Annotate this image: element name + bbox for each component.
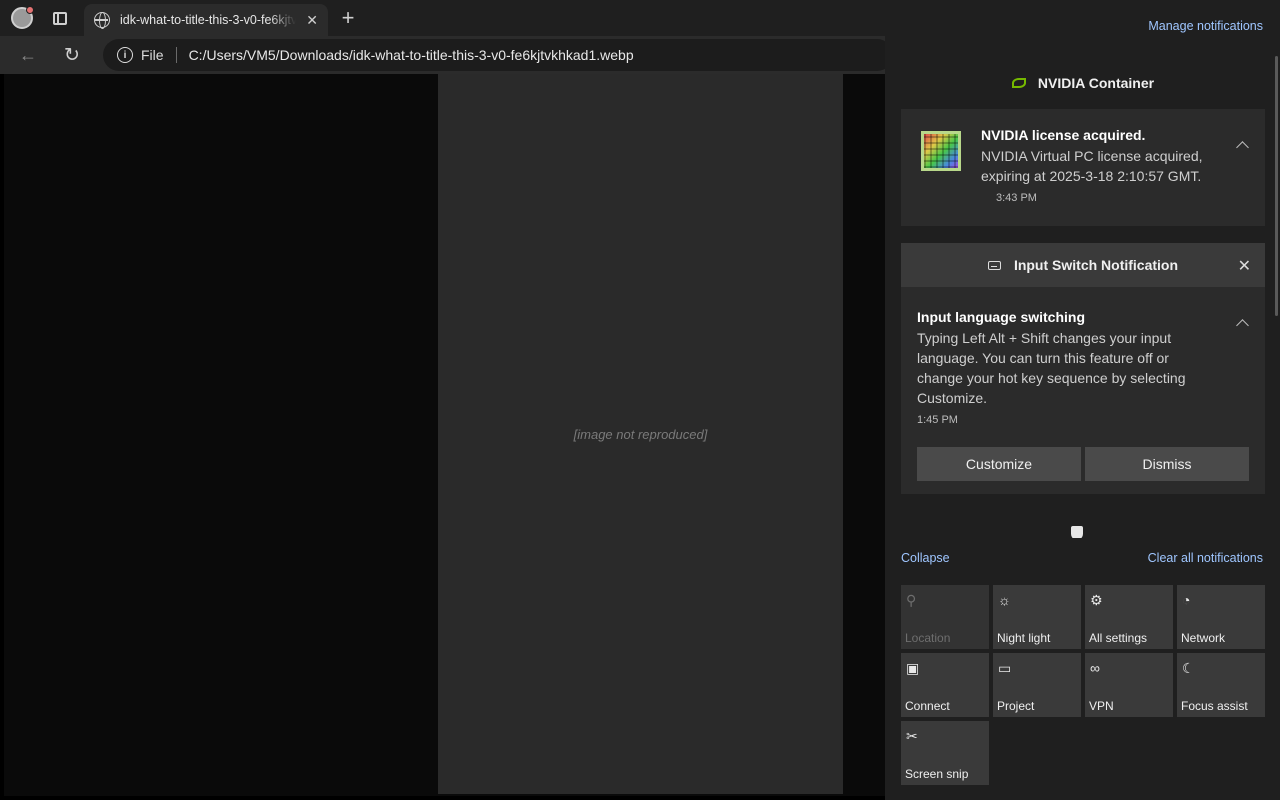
manage-notifications-link[interactable]: Manage notifications	[1148, 19, 1263, 33]
quick-action-label: VPN	[1089, 699, 1114, 713]
input-switch-notification[interactable]: Input language switching Typing Left Alt…	[901, 287, 1265, 494]
night-light-icon: ☼	[998, 592, 1011, 608]
shield-icon	[1071, 526, 1083, 538]
dismiss-button[interactable]: Dismiss	[1085, 447, 1249, 481]
screen-snip-icon: ✂	[906, 728, 918, 744]
new-tab-button[interactable]: +	[336, 5, 360, 30]
quick-action-label: Network	[1181, 631, 1226, 645]
quick-action-label: Connect	[905, 699, 950, 713]
browser-toolbar: ← ↻ i File C:/Users/VM5/Downloads/idk-wh…	[0, 36, 893, 74]
tab-bar: idk-what-to-title-this-3-v0-fe6kjtvkhkad…	[0, 0, 885, 36]
url-text[interactable]: C:/Users/VM5/Downloads/idk-what-to-title…	[189, 47, 634, 63]
tab-actions-button[interactable]	[48, 6, 72, 30]
notification-title: Input language switching	[917, 309, 1085, 325]
photo-placeholder-note: [image not reproduced]	[573, 426, 708, 442]
quick-action-label: All settings	[1089, 631, 1148, 645]
gear-icon: ⚙	[1090, 592, 1103, 608]
gpu-chip-icon	[921, 131, 961, 171]
refresh-button[interactable]: ↻	[60, 43, 84, 67]
tab-active[interactable]: idk-what-to-title-this-3-v0-fe6kjtvkhkad…	[84, 4, 328, 36]
address-bar[interactable]: i File C:/Users/VM5/Downloads/idk-what-t…	[103, 39, 893, 71]
refresh-icon: ↻	[64, 44, 80, 66]
nvidia-logo-icon	[1011, 78, 1026, 88]
avatar	[11, 6, 34, 29]
notification-time: 1:45 PM	[917, 414, 958, 426]
collapse-link[interactable]: Collapse	[901, 551, 950, 565]
nvidia-group-title: NVIDIA Container	[1037, 75, 1155, 91]
quick-action-label: Night light	[997, 631, 1051, 645]
quick-action-label: Project	[997, 699, 1035, 713]
profile-button[interactable]	[10, 6, 34, 30]
notification-title: NVIDIA license acquired.	[981, 127, 1146, 143]
clear-all-notifications-link[interactable]: Clear all notifications	[1148, 551, 1263, 565]
location-icon: ⚲	[906, 592, 917, 608]
nvidia-notification[interactable]: NVIDIA license acquired. NVIDIA Virtual …	[901, 109, 1265, 226]
clipped-group-header	[901, 518, 1265, 538]
quick-action-focus-assist[interactable]: ☾ Focus assist	[1177, 653, 1265, 717]
scrollbar[interactable]	[1275, 56, 1278, 316]
notification-dot	[26, 6, 34, 14]
address-separator	[175, 47, 177, 63]
keyboard-icon	[987, 260, 1001, 270]
input-switch-group-title: Input Switch Notification	[1013, 257, 1179, 273]
quick-action-location[interactable]: ⚲ Location	[901, 585, 989, 649]
back-button[interactable]: ←	[16, 43, 40, 67]
notification-body: Typing Left Alt + Shift changes your inp…	[917, 330, 1186, 406]
close-icon[interactable]: ✕	[1238, 256, 1251, 276]
action-center-panel: Manage notifications NVIDIA Container NV…	[885, 0, 1280, 800]
globe-icon	[94, 12, 110, 29]
vpn-icon: ∞	[1090, 660, 1100, 676]
quick-action-all-settings[interactable]: ⚙ All settings	[1085, 585, 1173, 649]
notification-body: NVIDIA Virtual PC license acquired, expi…	[981, 148, 1203, 184]
notification-time: 3:43 PM	[996, 192, 1037, 204]
quick-action-label: Focus assist	[1181, 699, 1248, 713]
quick-action-network[interactable]: ◔ Network	[1177, 585, 1265, 649]
quick-action-connect[interactable]: ▣ Connect	[901, 653, 989, 717]
input-switch-group-header: Input Switch Notification ✕	[901, 243, 1265, 287]
browser-window: idk-what-to-title-this-3-v0-fe6kjtvkhkad…	[0, 0, 893, 800]
chevron-up-icon[interactable]	[1236, 319, 1249, 332]
moon-icon: ☾	[1182, 660, 1195, 676]
back-arrow-icon: ←	[19, 44, 37, 65]
quick-action-project[interactable]: ▭ Project	[993, 653, 1081, 717]
project-icon: ▭	[998, 660, 1012, 676]
customize-button[interactable]: Customize	[917, 447, 1081, 481]
info-icon[interactable]: i	[117, 47, 133, 63]
scheme-label: File	[141, 47, 164, 63]
nvidia-group-header: NVIDIA Container	[901, 61, 1265, 105]
image-viewer: [image not reproduced]	[438, 74, 843, 794]
network-icon: ◔	[1182, 592, 1191, 608]
connect-icon: ▣	[906, 660, 920, 676]
quick-action-screen-snip[interactable]: ✂ Screen snip	[901, 721, 989, 785]
chevron-up-icon[interactable]	[1236, 141, 1249, 154]
tab-actions-icon	[53, 11, 67, 25]
tab-title: idk-what-to-title-this-3-v0-fe6kjtvkhkad…	[120, 13, 296, 27]
quick-action-vpn[interactable]: ∞ VPN	[1085, 653, 1173, 717]
tab-close-button[interactable]: ✕	[306, 12, 318, 29]
quick-action-night-light[interactable]: ☼ Night light	[993, 585, 1081, 649]
quick-action-label: Screen snip	[905, 767, 969, 781]
quick-action-label: Location	[905, 631, 951, 645]
page-content: [image not reproduced]	[4, 74, 885, 796]
